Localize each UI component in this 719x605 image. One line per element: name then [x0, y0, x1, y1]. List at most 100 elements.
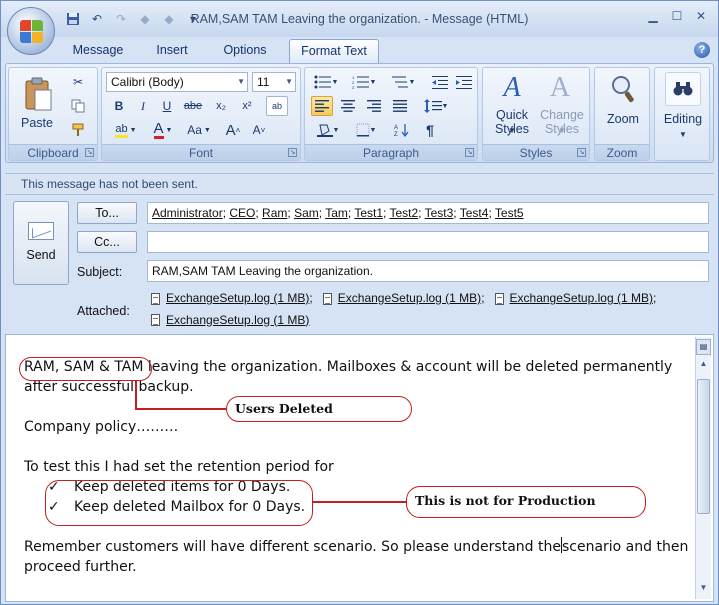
attachment-item[interactable]: ExchangeSetup.log (1 MB); — [147, 289, 313, 308]
message-body-text[interactable]: RAM, SAM & TAM leaving the organization.… — [24, 357, 689, 577]
send-button[interactable]: Send — [13, 201, 69, 285]
tab-format-text[interactable]: Format Text — [289, 39, 379, 63]
envelope-icon — [28, 222, 54, 240]
connector-line — [135, 381, 137, 409]
attachments-list: ExchangeSetup.log (1 MB); ExchangeSetup.l… — [147, 289, 709, 331]
increase-indent-icon[interactable] — [453, 72, 475, 92]
zoom-group: Zoom Zoom — [594, 67, 650, 161]
attachment-separator: ; — [309, 291, 313, 305]
borders-icon[interactable]: ▼ — [349, 120, 383, 140]
office-button[interactable] — [7, 7, 55, 55]
align-left-icon[interactable] — [311, 96, 333, 116]
styles-launcher-icon[interactable]: ↘ — [577, 148, 586, 157]
tab-insert[interactable]: Insert — [143, 39, 201, 63]
paste-icon[interactable] — [17, 72, 59, 116]
to-field[interactable]: Administrator; CEO; Ram; Sam; Tam; Test1… — [147, 202, 709, 224]
scroll-thumb[interactable] — [697, 379, 710, 514]
svg-text:3: 3 — [352, 85, 355, 89]
magnifier-icon[interactable] — [605, 72, 641, 106]
attachment-name: ExchangeSetup.log (1 MB) — [166, 291, 310, 305]
subscript-button[interactable]: x₂ — [210, 96, 232, 116]
body-paragraph-4-a: Remember customers will have different s… — [24, 539, 561, 555]
recipient[interactable]: Test4 — [460, 206, 489, 220]
clipboard-group-label: Clipboard — [9, 144, 97, 160]
attachment-separator: ; — [481, 291, 485, 305]
paste-button[interactable]: Paste — [15, 116, 59, 130]
clear-formatting-button[interactable]: ab — [266, 96, 288, 116]
binoculars-icon[interactable] — [665, 72, 701, 106]
vertical-scrollbar[interactable]: ▤ ▲ ▼ — [695, 337, 711, 599]
copy-icon[interactable] — [67, 96, 89, 116]
recipient[interactable]: CEO — [229, 206, 255, 220]
scroll-down-icon[interactable]: ▼ — [697, 583, 710, 597]
font-launcher-icon[interactable]: ↘ — [288, 148, 297, 157]
attachment-item[interactable]: ExchangeSetup.log (1 MB); — [319, 289, 485, 308]
superscript-button[interactable]: x² — [236, 96, 258, 116]
scroll-up-icon[interactable]: ▲ — [697, 359, 710, 373]
sort-icon[interactable]: AZ — [391, 120, 413, 140]
message-window: ↶ ↷ ◆ ◆ ▾ RAM,SAM TAM Leaving the organi… — [0, 0, 719, 605]
to-button[interactable]: To... — [77, 202, 137, 224]
clipboard-launcher-icon[interactable]: ↘ — [85, 148, 94, 157]
recipient[interactable]: Test3 — [425, 206, 454, 220]
strikethrough-button[interactable]: abe — [182, 96, 204, 116]
attachment-name: ExchangeSetup.log (1 MB) — [166, 312, 310, 327]
quick-styles-icon[interactable]: A — [493, 72, 531, 104]
recipient[interactable]: Test2 — [389, 206, 418, 220]
change-case-button[interactable]: Aa ▼ — [182, 120, 216, 140]
line-spacing-icon[interactable]: ▼ — [419, 96, 453, 116]
subject-field[interactable]: RAM,SAM TAM Leaving the organization. — [147, 260, 709, 282]
file-icon — [322, 292, 332, 305]
align-right-icon[interactable] — [363, 96, 385, 116]
editing-button[interactable]: Editing — [655, 112, 711, 126]
font-color-button[interactable]: A ▼ — [148, 120, 178, 140]
recipient[interactable]: Sam — [294, 206, 319, 220]
change-case-label: Aa — [187, 123, 202, 137]
cc-button[interactable]: Cc... — [77, 231, 137, 253]
highlight-label: ab — [115, 123, 128, 138]
numbering-icon[interactable]: 1 2 3 ▼ — [347, 72, 381, 92]
send-label: Send — [26, 248, 56, 262]
tab-message[interactable]: Message — [63, 39, 133, 63]
grow-font-button[interactable]: A ˄ — [222, 120, 244, 140]
multilevel-list-icon[interactable]: ▼ — [385, 72, 421, 92]
bullets-icon[interactable]: ▼ — [309, 72, 343, 92]
zoom-button[interactable]: Zoom — [595, 112, 651, 126]
underline-button[interactable]: U — [156, 96, 178, 116]
shrink-font-label: A — [252, 123, 261, 137]
bold-button[interactable]: B — [108, 96, 130, 116]
show-formatting-icon[interactable]: ¶ — [419, 120, 441, 140]
italic-button[interactable]: I — [132, 96, 154, 116]
shading-icon[interactable]: ▼ — [311, 120, 345, 140]
cc-field[interactable] — [147, 231, 709, 253]
decrease-indent-icon[interactable] — [429, 72, 451, 92]
align-center-icon[interactable] — [337, 96, 359, 116]
attachment-item[interactable]: ExchangeSetup.log (1 MB) — [147, 311, 309, 330]
recipient[interactable]: Test1 — [354, 206, 383, 220]
highlight-button[interactable]: ab ▼ — [108, 120, 144, 140]
shrink-font-button[interactable]: A ˅ — [248, 120, 270, 140]
paragraph-launcher-icon[interactable]: ↘ — [465, 148, 474, 157]
svg-text:Z: Z — [394, 132, 398, 137]
cut-icon[interactable]: ✂ — [67, 72, 89, 92]
ribbon-tabs: Message Insert Options Format Text ? — [1, 37, 718, 63]
change-styles-icon[interactable]: A — [541, 72, 579, 104]
recipient[interactable]: Administrator — [152, 206, 223, 220]
attachment-item[interactable]: ExchangeSetup.log (1 MB); — [491, 289, 656, 308]
tab-options[interactable]: Options — [211, 39, 279, 63]
help-icon[interactable]: ? — [694, 42, 710, 58]
close-icon[interactable]: ✕ — [690, 7, 712, 25]
font-name-combo[interactable]: Calibri (Body) ▼ — [106, 72, 248, 92]
recipient[interactable]: Test5 — [495, 206, 524, 220]
font-size-combo[interactable]: 11 ▼ — [252, 72, 296, 92]
recipient[interactable]: Ram — [262, 206, 287, 220]
justify-icon[interactable] — [389, 96, 411, 116]
maximize-icon[interactable]: ☐ — [666, 7, 688, 25]
body-paragraph-4: Remember customers will have different s… — [24, 537, 689, 577]
attachment-name: ExchangeSetup.log (1 MB) — [509, 291, 653, 305]
format-painter-icon[interactable] — [67, 120, 89, 140]
not-for-production-callout: This is not for Production — [406, 486, 646, 518]
ruler-toggle-icon[interactable]: ▤ — [696, 339, 711, 355]
recipient[interactable]: Tam — [325, 206, 348, 220]
minimize-icon[interactable]: ▁ — [642, 7, 664, 25]
